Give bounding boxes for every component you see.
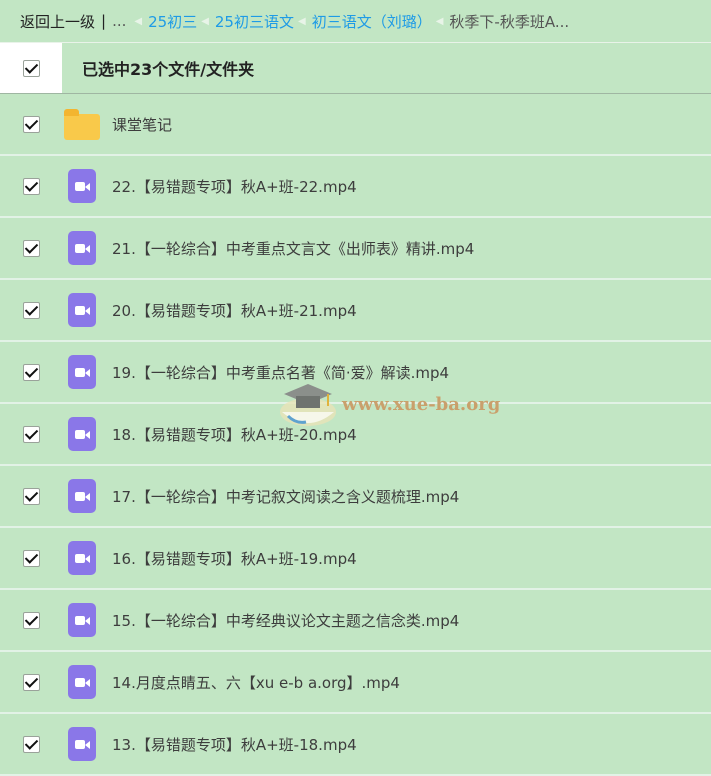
row-checkbox-cell[interactable] (0, 115, 62, 133)
video-file-icon (62, 292, 102, 328)
row-checkbox-cell[interactable] (0, 177, 62, 195)
file-row[interactable]: 18.【易错题专项】秋A+班-20.mp4 (0, 404, 711, 466)
file-name[interactable]: 16.【易错题专项】秋A+班-19.mp4 (112, 548, 357, 569)
breadcrumb-link[interactable]: 25初三 (148, 11, 197, 32)
row-checkbox-cell[interactable] (0, 425, 62, 443)
file-row[interactable]: 15.【一轮综合】中考经典议论文主题之信念类.mp4 (0, 590, 711, 652)
video-file-icon (62, 168, 102, 204)
video-file-icon (62, 602, 102, 638)
select-all-cell[interactable] (0, 43, 62, 93)
row-checkbox[interactable] (22, 425, 40, 443)
file-name[interactable]: 课堂笔记 (112, 114, 172, 135)
video-file-icon (62, 230, 102, 266)
row-checkbox-cell[interactable] (0, 611, 62, 629)
breadcrumb-link[interactable]: 25初三语文 (215, 11, 294, 32)
breadcrumb-current: 秋季下-秋季班A... (449, 12, 570, 31)
file-row[interactable]: 19.【一轮综合】中考重点名著《简·爱》解读.mp4 (0, 342, 711, 404)
file-row[interactable]: 21.【一轮综合】中考重点文言文《出师表》精讲.mp4 (0, 218, 711, 280)
breadcrumb: 返回上一级 | ... ◀ 25初三 ◀ 25初三语文 ◀ 初三语文（刘璐） ◀… (0, 0, 711, 42)
row-checkbox-cell[interactable] (0, 735, 62, 753)
row-checkbox-cell[interactable] (0, 549, 62, 567)
file-row[interactable]: 17.【一轮综合】中考记叙文阅读之含义题梳理.mp4 (0, 466, 711, 528)
breadcrumb-separator: | (101, 12, 107, 30)
breadcrumb-link[interactable]: 初三语文（刘璐） (312, 11, 432, 32)
breadcrumb-ellipsis[interactable]: ... (112, 12, 126, 30)
file-name[interactable]: 14.月度点睛五、六【xu e-b a.org】.mp4 (112, 672, 400, 693)
file-name[interactable]: 15.【一轮综合】中考经典议论文主题之信念类.mp4 (112, 610, 459, 631)
file-name[interactable]: 13.【易错题专项】秋A+班-18.mp4 (112, 734, 357, 755)
video-file-icon (62, 354, 102, 390)
row-checkbox[interactable] (22, 363, 40, 381)
row-checkbox[interactable] (22, 115, 40, 133)
row-checkbox[interactable] (22, 487, 40, 505)
chevron-right-icon: ◀ (201, 15, 209, 27)
video-file-icon (62, 478, 102, 514)
selection-bar: 已选中23个文件/文件夹 (0, 42, 711, 94)
row-checkbox[interactable] (22, 735, 40, 753)
row-checkbox-cell[interactable] (0, 239, 62, 257)
file-name[interactable]: 20.【易错题专项】秋A+班-21.mp4 (112, 300, 357, 321)
file-name[interactable]: 19.【一轮综合】中考重点名著《简·爱》解读.mp4 (112, 362, 449, 383)
row-checkbox-cell[interactable] (0, 487, 62, 505)
video-file-icon (62, 664, 102, 700)
file-row[interactable]: 13.【易错题专项】秋A+班-18.mp4 (0, 714, 711, 776)
row-checkbox-cell[interactable] (0, 673, 62, 691)
back-link[interactable]: 返回上一级 (20, 11, 95, 32)
video-file-icon (62, 540, 102, 576)
row-checkbox[interactable] (22, 611, 40, 629)
row-checkbox[interactable] (22, 673, 40, 691)
chevron-right-icon: ◀ (435, 15, 444, 27)
folder-icon (62, 106, 102, 142)
row-checkbox[interactable] (22, 549, 40, 567)
file-row[interactable]: 20.【易错题专项】秋A+班-21.mp4 (0, 280, 711, 342)
video-file-icon (62, 726, 102, 762)
chevron-right-icon: ◀ (297, 15, 306, 27)
selection-count: 已选中23个文件/文件夹 (82, 60, 255, 79)
file-name[interactable]: 17.【一轮综合】中考记叙文阅读之含义题梳理.mp4 (112, 486, 459, 507)
row-checkbox-cell[interactable] (0, 363, 62, 381)
row-checkbox[interactable] (22, 177, 40, 195)
file-row[interactable]: 14.月度点睛五、六【xu e-b a.org】.mp4 (0, 652, 711, 714)
file-row[interactable]: 22.【易错题专项】秋A+班-22.mp4 (0, 156, 711, 218)
file-name[interactable]: 21.【一轮综合】中考重点文言文《出师表》精讲.mp4 (112, 238, 474, 259)
file-row[interactable]: 课堂笔记 (0, 94, 711, 156)
select-all-checkbox[interactable] (22, 59, 40, 77)
file-row[interactable]: 16.【易错题专项】秋A+班-19.mp4 (0, 528, 711, 590)
row-checkbox[interactable] (22, 301, 40, 319)
video-file-icon (62, 416, 102, 452)
chevron-right-icon: ◀ (134, 15, 143, 27)
file-list: 课堂笔记 22.【易错题专项】秋A+班-22.mp4 21.【一轮综合】中考重点文言… (0, 94, 711, 776)
row-checkbox[interactable] (22, 239, 40, 257)
row-checkbox-cell[interactable] (0, 301, 62, 319)
file-name[interactable]: 22.【易错题专项】秋A+班-22.mp4 (112, 176, 357, 197)
file-name[interactable]: 18.【易错题专项】秋A+班-20.mp4 (112, 424, 357, 445)
